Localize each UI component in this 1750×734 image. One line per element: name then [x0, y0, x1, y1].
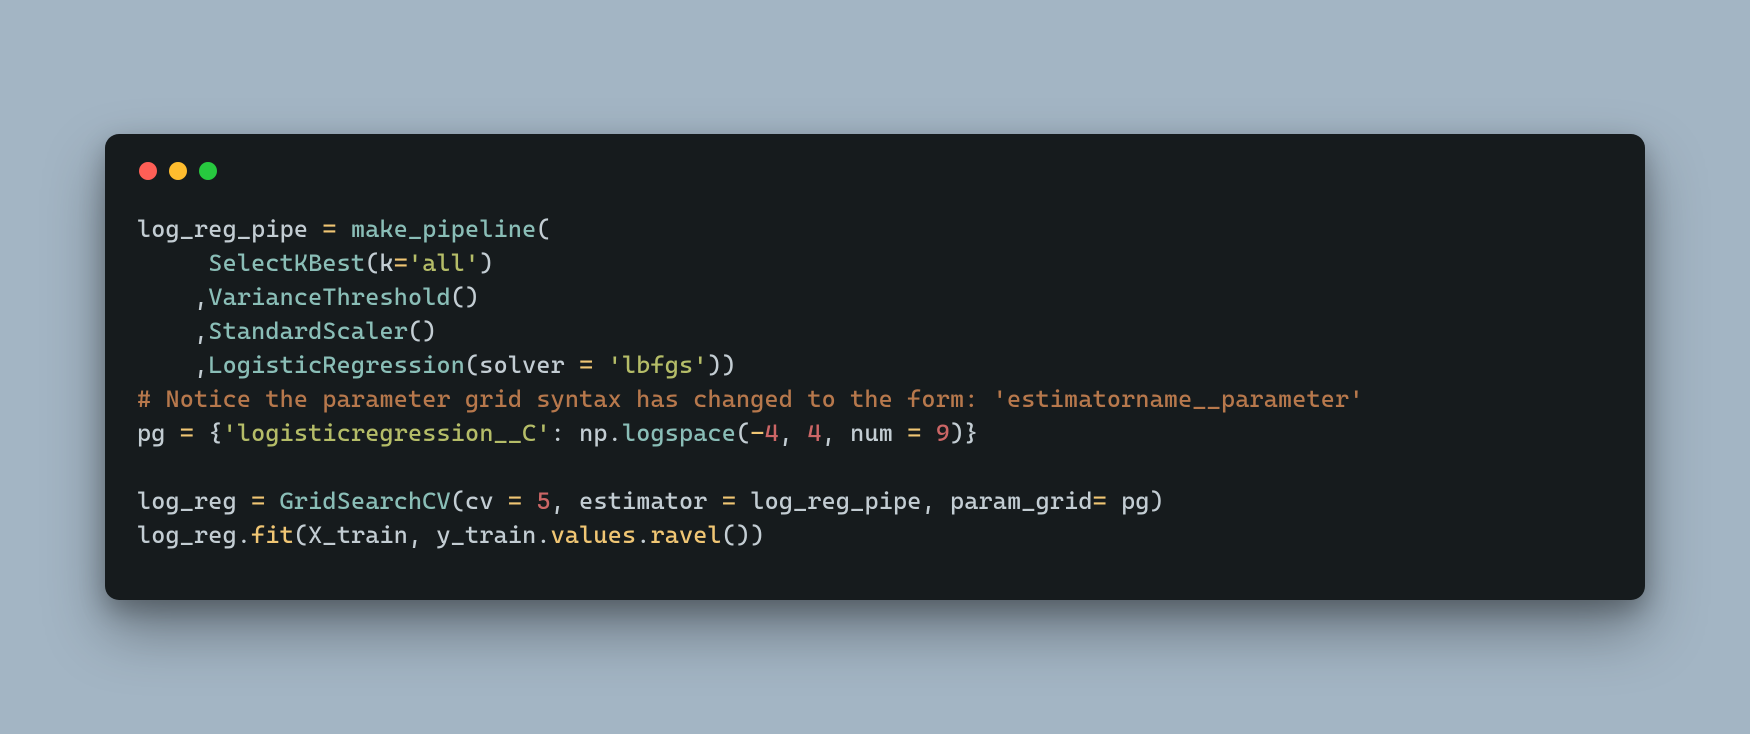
code-token: (	[536, 215, 550, 243]
code-token: logspace	[622, 419, 736, 447]
code-token: GridSearchCV	[280, 487, 451, 515]
code-token: =	[180, 419, 194, 447]
code-token: )}	[950, 419, 979, 447]
code-token: 5	[536, 487, 550, 515]
code-token: =	[907, 419, 921, 447]
code-token: =	[508, 487, 522, 515]
code-token: =	[322, 215, 336, 243]
code-token: (k	[365, 249, 394, 277]
code-token: ,	[137, 283, 208, 311]
code-token: make_pipeline	[351, 215, 536, 243]
code-token: .	[636, 521, 650, 549]
code-token: ()	[408, 317, 437, 345]
code-token: LogisticRegression	[208, 351, 465, 379]
code-token: ,	[779, 419, 808, 447]
code-token: ,	[137, 317, 208, 345]
code-token: =	[722, 487, 736, 515]
code-token: ()	[451, 283, 480, 311]
code-token	[522, 487, 536, 515]
code-block: log_reg_pipe = make_pipeline( SelectKBes…	[137, 212, 1613, 553]
code-token: # Notice the parameter grid syntax has c…	[137, 385, 1364, 413]
code-token: VarianceThreshold	[208, 283, 450, 311]
code-token: 'logisticregression__C'	[223, 419, 551, 447]
code-token: StandardScaler	[208, 317, 408, 345]
close-icon[interactable]	[139, 162, 157, 180]
code-token: pg	[137, 419, 180, 447]
code-token	[922, 419, 936, 447]
code-token: (X_train, y_train.	[294, 521, 551, 549]
code-token: log_reg	[137, 487, 251, 515]
code-token: -	[750, 419, 764, 447]
code-token: , estimator	[551, 487, 722, 515]
code-window: log_reg_pipe = make_pipeline( SelectKBes…	[105, 134, 1645, 601]
code-token: 4	[807, 419, 821, 447]
code-token: log_reg_pipe	[137, 215, 322, 243]
code-token: (	[736, 419, 750, 447]
code-token: ravel	[650, 521, 721, 549]
code-token: =	[1093, 487, 1107, 515]
code-token: 4	[765, 419, 779, 447]
code-token: log_reg.	[137, 521, 251, 549]
code-token: pg)	[1107, 487, 1164, 515]
code-token: =	[579, 351, 593, 379]
code-token	[593, 351, 607, 379]
window-titlebar	[137, 162, 1613, 180]
code-token: {	[194, 419, 223, 447]
code-token: fit	[251, 521, 294, 549]
code-token	[337, 215, 351, 243]
code-token: : np.	[551, 419, 622, 447]
code-token: )	[479, 249, 493, 277]
code-token: =	[251, 487, 265, 515]
code-token	[265, 487, 279, 515]
code-token: ())	[722, 521, 765, 549]
code-token: , num	[822, 419, 908, 447]
code-token: 9	[936, 419, 950, 447]
code-token: (cv	[451, 487, 508, 515]
code-token: log_reg_pipe, param_grid	[736, 487, 1093, 515]
code-token	[137, 249, 208, 277]
code-token: =	[394, 249, 408, 277]
code-token: ,	[137, 351, 208, 379]
code-token: 'all'	[408, 249, 479, 277]
minimize-icon[interactable]	[169, 162, 187, 180]
code-token: 'lbfgs'	[608, 351, 708, 379]
code-token: values	[551, 521, 637, 549]
code-token: SelectKBest	[208, 249, 365, 277]
code-token: (solver	[465, 351, 579, 379]
code-token: ))	[708, 351, 737, 379]
maximize-icon[interactable]	[199, 162, 217, 180]
